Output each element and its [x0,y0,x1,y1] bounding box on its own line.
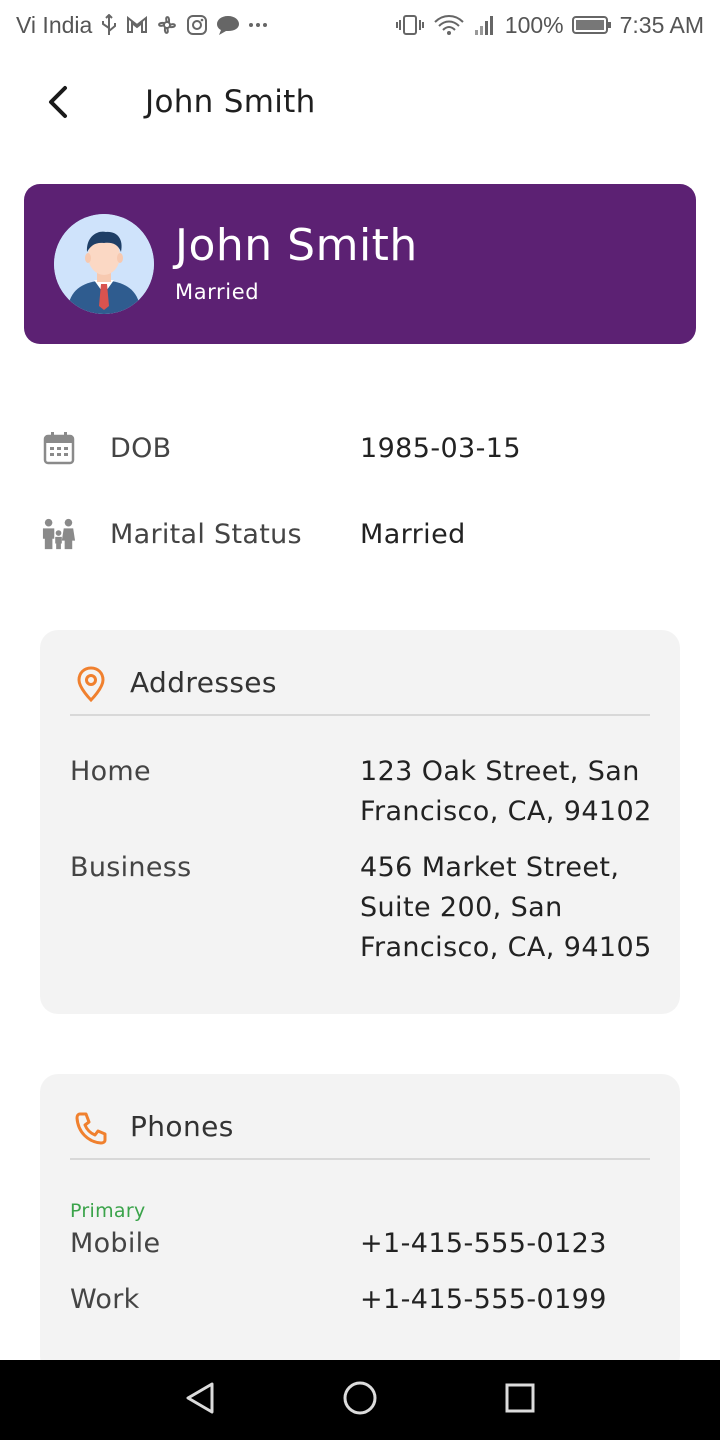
nav-home-button[interactable] [340,1380,380,1420]
nav-recents-button[interactable] [500,1380,540,1420]
primary-badge: Primary [70,1200,146,1222]
battery-icon [571,15,612,35]
gmail-icon [126,16,148,34]
marital-status-label: Marital Status [110,519,302,550]
man-avatar-icon [54,214,154,314]
more-notifications-icon [248,22,268,28]
dob-value: 1985-03-15 [360,433,521,464]
back-arrow-icon [46,85,70,123]
family-icon [42,517,76,551]
address-label-home: Home [70,756,151,787]
vibrate-icon [395,14,425,36]
page-title: John Smith [145,84,316,120]
profile-name: John Smith [175,220,418,271]
phone-icon [74,1108,108,1148]
status-bar: Vi India 100% 7:35 AM [0,0,720,50]
avatar [54,214,154,314]
phone-value-work[interactable]: +1-415-555-0199 [360,1280,660,1320]
addresses-header: Addresses [70,660,650,716]
status-bar-right: 100% 7:35 AM [395,12,704,39]
clock: 7:35 AM [619,11,704,38]
carrier-name: Vi India [16,11,93,38]
address-value-business: 456 Market Street, Suite 200, San Franci… [360,852,652,963]
battery-percent: 100% [504,11,564,38]
phone-label-work: Work [70,1284,140,1315]
instagram-icon [186,14,208,36]
address-label-business: Business [70,852,192,883]
location-pin-icon [74,664,108,704]
marital-status-row: Marital Status Married [0,509,720,559]
phone-value-mobile[interactable]: +1-415-555-0123 [360,1224,660,1264]
back-button[interactable] [38,84,78,124]
wifi-icon [433,14,465,36]
usb-icon [100,14,118,36]
address-value-home: 123 Oak Street, San Francisco, CA, 94102 [360,756,652,827]
dob-row: DOB 1985-03-15 [0,423,720,473]
marital-status-value: Married [360,519,466,550]
signal-icon [473,14,497,36]
phones-header: Phones [70,1104,650,1160]
status-bar-left: Vi India [16,12,268,39]
phones-card: Phones Primary Mobile +1-415-555-0123 Wo… [40,1074,680,1374]
circle-home-icon [342,1380,378,1420]
app-bar: John Smith [0,60,720,150]
calendar-icon [42,431,76,465]
profile-marital-status: Married [175,280,260,304]
addresses-card: Addresses Home 123 Oak Street, San Franc… [40,630,680,1014]
system-nav-bar [0,1360,720,1440]
nav-back-button[interactable] [180,1380,220,1420]
square-recents-icon [504,1382,536,1418]
addresses-title: Addresses [130,666,277,699]
triangle-back-icon [184,1381,216,1419]
chat-icon [216,14,240,36]
profile-card: John Smith Married [24,184,696,344]
fan-icon [156,14,178,36]
dob-label: DOB [110,433,172,464]
phones-title: Phones [130,1110,234,1143]
phone-label-mobile: Mobile [70,1228,161,1259]
